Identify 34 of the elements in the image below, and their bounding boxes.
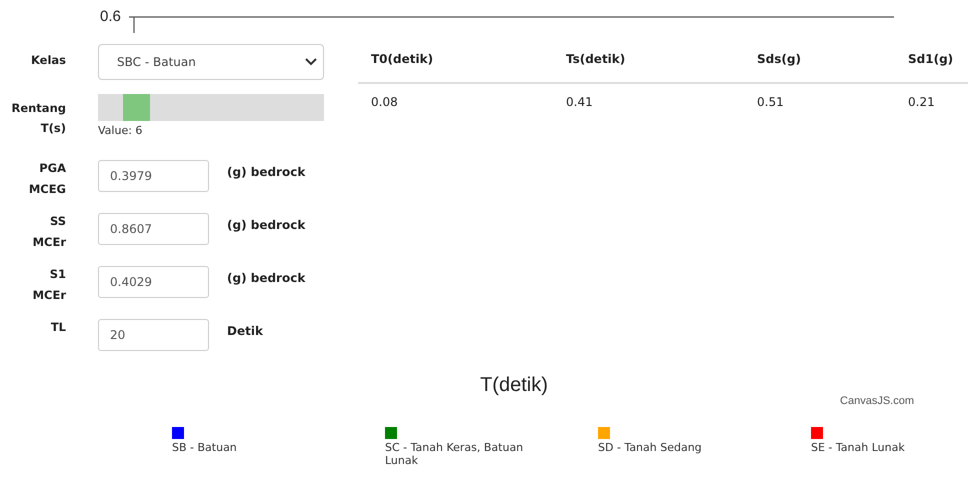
table-cell-text: 0.51 xyxy=(757,95,785,109)
field-label: TL xyxy=(50,319,66,336)
table-cell-text: 0.21 xyxy=(908,95,936,109)
slider-value: Value: 6 xyxy=(98,124,144,138)
field-label: SS MCEr xyxy=(32,213,66,252)
unit-label: (g) bedrock xyxy=(227,217,306,234)
chevron-down-icon xyxy=(305,58,317,66)
column-header: T0(detik) xyxy=(371,52,434,66)
column-header: Sd1(g) xyxy=(908,52,954,66)
unit-label: (g) bedrock xyxy=(227,164,306,182)
field-label: S1 MCEr xyxy=(32,266,66,304)
input-field[interactable]: 0.8607 xyxy=(98,213,209,246)
axis-title: T(detik) xyxy=(480,374,548,397)
field-label: Kelas xyxy=(30,52,66,69)
axis-tick-label: 0.6 xyxy=(100,8,121,26)
input-field[interactable]: 20 xyxy=(98,319,209,352)
column-header: Sds(g) xyxy=(757,52,802,66)
input-field[interactable]: 0.3979 xyxy=(98,160,209,192)
legend-label: SD - Tanah Sedang xyxy=(598,441,702,454)
field-label: Rentang T(s) xyxy=(10,100,66,138)
slider-thumb[interactable] xyxy=(122,94,150,122)
slider-track[interactable] xyxy=(98,94,324,122)
legend-label: SB - Batuan xyxy=(172,441,237,454)
table-cell-text: 0.41 xyxy=(566,95,594,109)
field-label: PGA MCEG xyxy=(28,160,66,198)
class-select[interactable]: SBC - Batuan xyxy=(98,44,324,80)
legend-label: SE - Tanah Lunak xyxy=(811,441,905,454)
unit-label: (g) bedrock xyxy=(227,270,306,288)
column-header: Ts(detik) xyxy=(566,52,626,66)
chart-credit: CanvasJS.com xyxy=(840,395,914,407)
table-cell-text: 0.08 xyxy=(371,95,399,109)
unit-label: Detik xyxy=(227,323,263,340)
legend-label: SC - Tanah Keras, Batuan Lunak xyxy=(385,441,524,467)
input-field[interactable]: 0.4029 xyxy=(98,266,209,298)
